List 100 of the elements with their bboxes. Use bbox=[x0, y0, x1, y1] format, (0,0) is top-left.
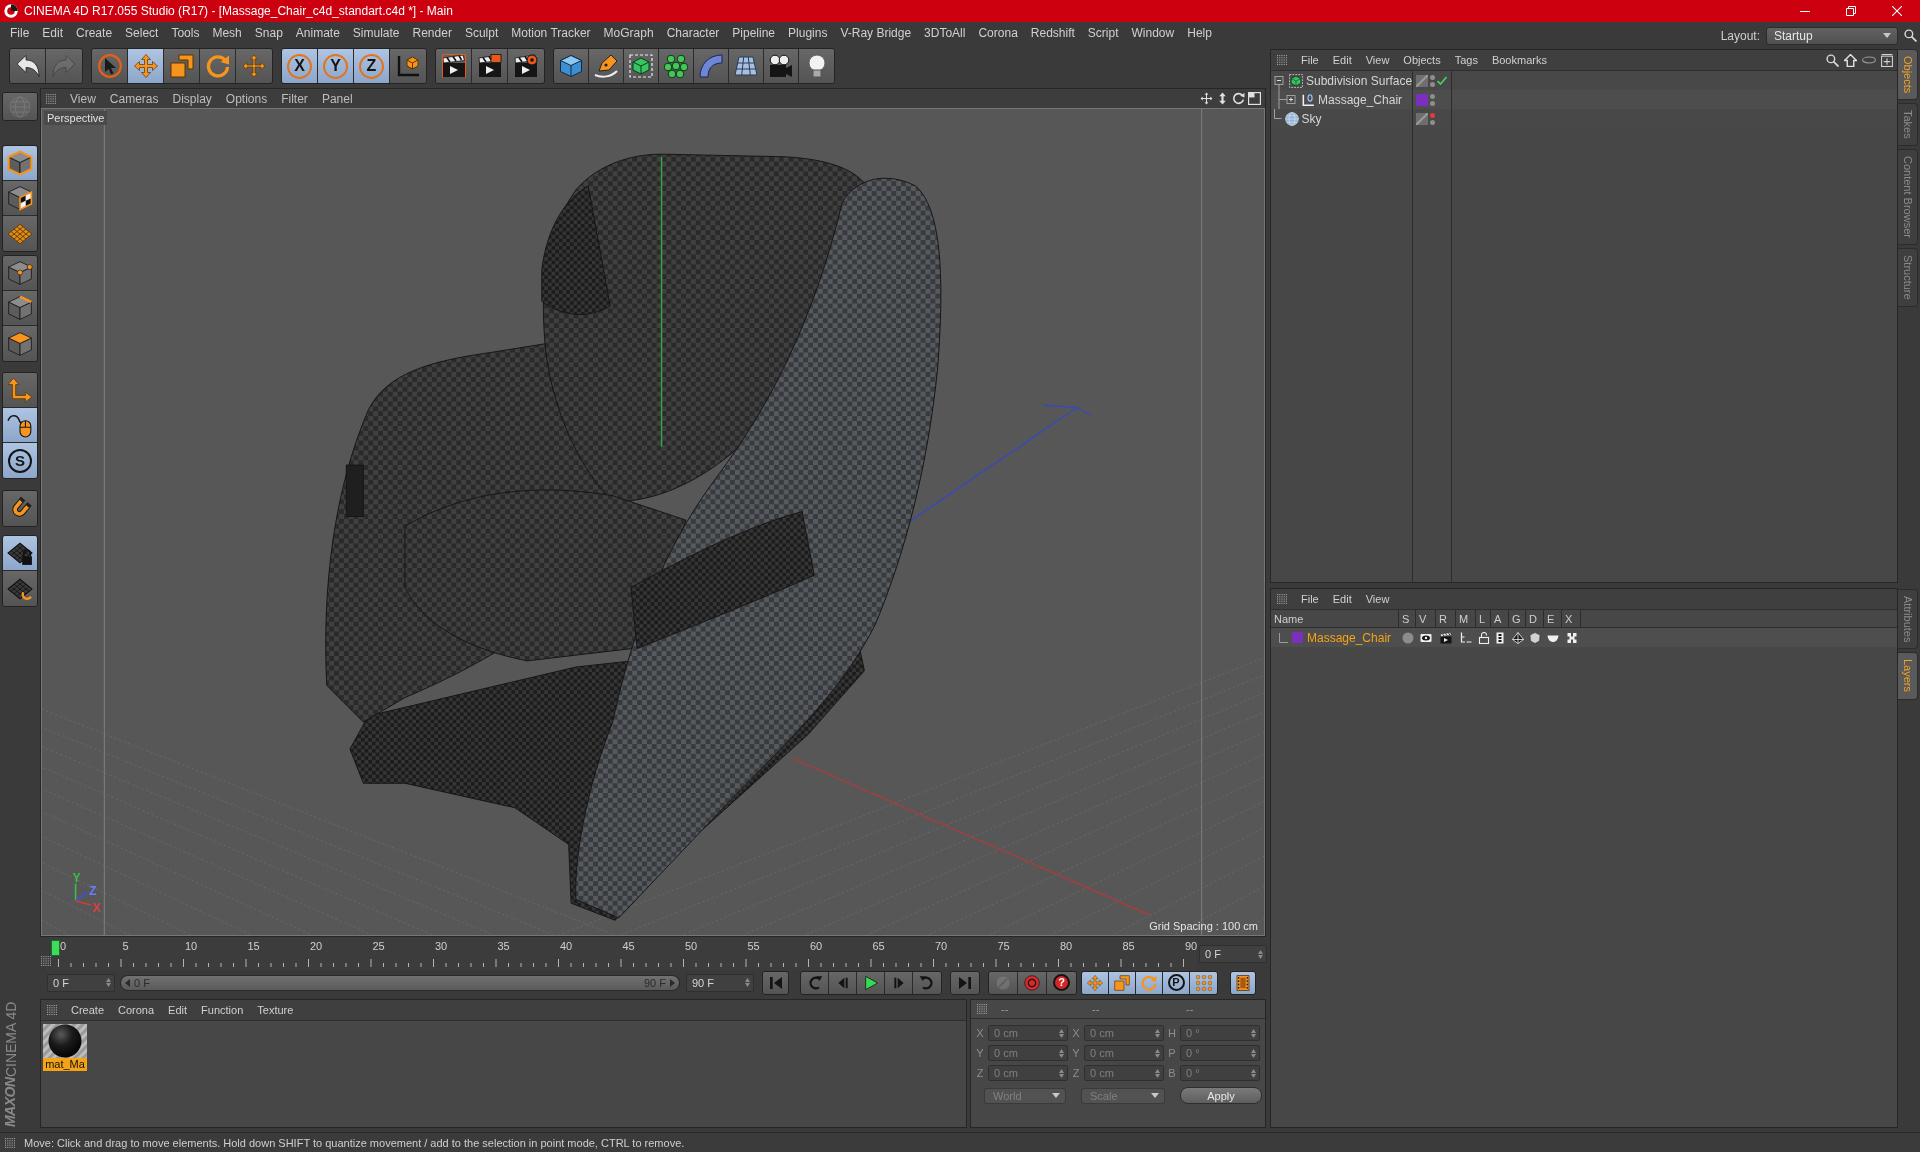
menu-item[interactable]: Panel bbox=[321, 91, 353, 106]
record-button[interactable] bbox=[1018, 971, 1047, 994]
tweak-button[interactable] bbox=[3, 408, 37, 443]
search-icon[interactable] bbox=[1904, 29, 1917, 42]
column-header[interactable]: A bbox=[1491, 610, 1509, 627]
menu-item[interactable]: 3DToAll bbox=[924, 26, 966, 40]
menu-item[interactable]: Plugins bbox=[788, 26, 828, 40]
texture-button[interactable] bbox=[3, 181, 37, 216]
object-name[interactable]: Subdivision Surface bbox=[1306, 73, 1413, 88]
menu-item[interactable]: Cameras bbox=[109, 91, 159, 106]
panel-layout-icon[interactable] bbox=[1248, 92, 1261, 105]
column-header[interactable]: M bbox=[1456, 610, 1476, 627]
snap-button[interactable]: S bbox=[3, 443, 37, 478]
column-header[interactable]: V bbox=[1416, 610, 1436, 627]
status-dot-icon[interactable] bbox=[1430, 119, 1435, 125]
menu-item[interactable]: Render bbox=[412, 26, 452, 40]
start-frame-field[interactable]: 0 F bbox=[47, 973, 115, 992]
layer-row[interactable]: Massage_Chair bbox=[1271, 628, 1897, 647]
menu-item[interactable]: Animate bbox=[295, 26, 340, 40]
pen-button[interactable] bbox=[589, 49, 624, 83]
status-dot-icon[interactable] bbox=[1430, 93, 1435, 99]
magnet-button[interactable] bbox=[3, 491, 37, 526]
status-dot-icon[interactable] bbox=[1430, 81, 1435, 87]
menu-item[interactable]: File bbox=[1301, 593, 1319, 605]
deformer-button[interactable] bbox=[694, 49, 729, 83]
key-points-button[interactable] bbox=[1190, 971, 1217, 994]
menu-item[interactable]: Edit bbox=[168, 1004, 188, 1016]
end-frame-field[interactable]: 90 F bbox=[686, 973, 754, 992]
object-name[interactable]: Sky bbox=[1301, 111, 1322, 126]
axis-button[interactable]: Y bbox=[318, 49, 354, 83]
playhead-marker[interactable] bbox=[51, 940, 60, 956]
menu-item[interactable]: Window bbox=[1131, 26, 1175, 40]
key-rotate-button[interactable] bbox=[1136, 971, 1163, 994]
subdivision-button[interactable] bbox=[624, 49, 659, 83]
column-header[interactable]: Name bbox=[1271, 610, 1399, 627]
menu-item[interactable]: File bbox=[1301, 54, 1319, 66]
cross-move-button[interactable] bbox=[236, 49, 272, 83]
timeline-ruler[interactable]: 0 5 10 15 20 25 30 35 40 45 50 55 60 65 70 75 80 85 90 bbox=[51, 938, 1196, 970]
menu-item[interactable]: View bbox=[1365, 593, 1390, 605]
menu-item[interactable]: Corona bbox=[978, 26, 1018, 40]
menu-item[interactable]: View bbox=[1365, 54, 1390, 66]
checkmark-icon[interactable] bbox=[1437, 76, 1447, 85]
grid-lock-button[interactable] bbox=[3, 536, 37, 571]
play-button[interactable] bbox=[857, 971, 885, 994]
status-dot-icon[interactable] bbox=[1430, 74, 1435, 80]
menu-item[interactable]: Corona bbox=[118, 1004, 155, 1016]
menu-item[interactable]: Function bbox=[201, 1004, 244, 1016]
axis-mode-button[interactable] bbox=[3, 373, 37, 408]
menu-item[interactable]: Select bbox=[125, 26, 159, 40]
object-name[interactable]: Massage_Chair bbox=[1318, 92, 1403, 107]
solo-dot-icon[interactable] bbox=[1401, 631, 1414, 644]
column-header[interactable]: G bbox=[1509, 610, 1526, 627]
current-frame-field[interactable]: 0 F bbox=[1199, 945, 1267, 963]
menu-item[interactable]: Edit bbox=[1332, 54, 1352, 66]
menu-item[interactable]: Tools bbox=[171, 26, 200, 40]
menu-item[interactable]: Mesh bbox=[212, 26, 242, 40]
column-header[interactable]: E bbox=[1544, 610, 1562, 627]
menu-item[interactable]: Script bbox=[1087, 26, 1119, 40]
go-end-button[interactable] bbox=[951, 971, 979, 994]
panel-plus-icon[interactable] bbox=[1881, 53, 1893, 67]
menu-item[interactable]: MoGraph bbox=[603, 26, 654, 40]
menu-item[interactable]: Create bbox=[76, 26, 113, 40]
menu-item[interactable]: Sculpt bbox=[464, 26, 499, 40]
light-button[interactable] bbox=[799, 49, 834, 83]
menu-item[interactable]: Display bbox=[172, 91, 212, 106]
home-icon[interactable] bbox=[1844, 53, 1857, 67]
grid-rotate-button[interactable] bbox=[3, 571, 37, 606]
column-header[interactable]: X bbox=[1562, 610, 1581, 627]
render-settings-button[interactable] bbox=[508, 49, 544, 83]
hierarchy-icon[interactable] bbox=[1460, 631, 1472, 644]
hexagon-icon[interactable] bbox=[1529, 631, 1541, 644]
menu-item[interactable]: Help bbox=[1187, 26, 1212, 40]
menu-item[interactable]: File bbox=[10, 26, 30, 40]
eye-icon[interactable] bbox=[1420, 631, 1432, 644]
status-dot-icon[interactable] bbox=[1430, 112, 1435, 118]
menu-item[interactable]: View bbox=[70, 91, 96, 106]
pyramid-icon[interactable] bbox=[1511, 631, 1524, 644]
prev-key-button[interactable] bbox=[801, 971, 829, 994]
column-header[interactable]: R bbox=[1436, 610, 1456, 627]
menu-item[interactable]: Tags bbox=[1454, 54, 1478, 66]
menu-item[interactable]: Options bbox=[225, 91, 268, 106]
layer-name[interactable]: Massage_Chair bbox=[1307, 630, 1392, 645]
key-move-button[interactable] bbox=[1082, 971, 1109, 994]
floor-button[interactable] bbox=[729, 49, 764, 83]
axis-button[interactable]: Z bbox=[354, 49, 390, 83]
cross-block-icon[interactable] bbox=[1565, 631, 1578, 644]
unlocked-icon[interactable] bbox=[1477, 631, 1490, 644]
key-param-button[interactable]: P bbox=[1163, 971, 1190, 994]
coordinates-button[interactable] bbox=[390, 49, 426, 83]
key-scale-button[interactable] bbox=[1109, 971, 1136, 994]
layout-dropdown[interactable]: Startup bbox=[1766, 26, 1898, 45]
search-icon[interactable] bbox=[1826, 53, 1839, 67]
points-button[interactable] bbox=[3, 256, 37, 291]
move-button[interactable] bbox=[128, 49, 164, 83]
undo-button[interactable] bbox=[10, 49, 46, 83]
pan-arrows-icon[interactable] bbox=[1200, 92, 1213, 105]
oval-icon[interactable] bbox=[1862, 56, 1876, 64]
column-header[interactable]: S bbox=[1399, 610, 1416, 627]
scale-button[interactable] bbox=[164, 49, 200, 83]
menu-item[interactable]: Filter bbox=[281, 91, 308, 106]
